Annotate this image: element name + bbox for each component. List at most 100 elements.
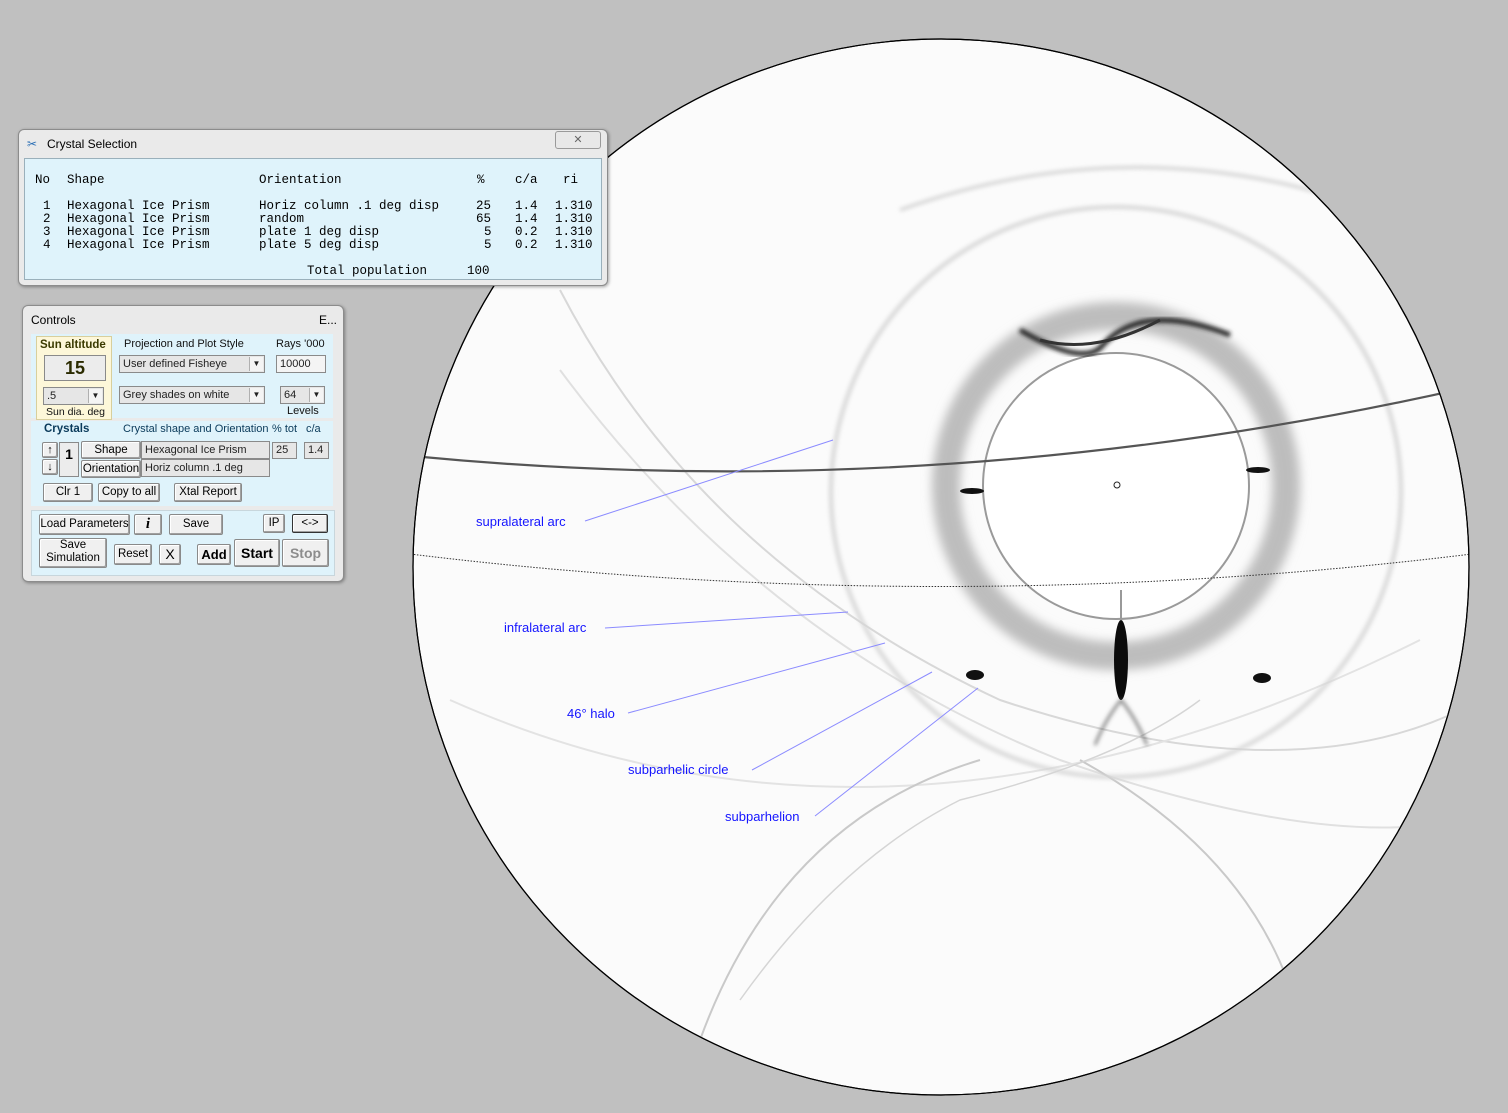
- plot-style-value: Grey shades on white: [123, 389, 230, 401]
- orientation-field: Horiz column .1 deg: [141, 459, 270, 477]
- controls-window: Controls E... Sun altitude 15 .5 ▼ Sun d…: [22, 305, 344, 582]
- sun-altitude-input[interactable]: 15: [44, 355, 106, 381]
- clear-1-button[interactable]: Clr 1: [43, 483, 93, 502]
- crystal-down-button[interactable]: ↓: [42, 459, 58, 475]
- rays-input[interactable]: 10000: [276, 355, 326, 373]
- crystal-index: 1: [59, 442, 79, 477]
- add-button[interactable]: Add: [197, 544, 231, 565]
- projection-select[interactable]: User defined Fisheye ▼: [119, 355, 265, 373]
- ca-label: c/a: [306, 423, 321, 435]
- row-shape: Hexagonal Ice Prism: [67, 225, 210, 239]
- sun-altitude-panel: Sun altitude 15 .5 ▼ Sun dia. deg: [36, 336, 112, 420]
- row-orientation: plate 1 deg disp: [259, 225, 380, 239]
- crystals-label: Crystals: [44, 423, 90, 435]
- label-subparhelion: subparhelion: [725, 809, 800, 824]
- app-icon: ✂: [27, 137, 38, 151]
- controls-title-right: E...: [318, 313, 337, 327]
- info-icon: i: [145, 516, 151, 532]
- row-no: 4: [43, 238, 51, 252]
- save-simulation-button[interactable]: Save Simulation: [39, 538, 107, 568]
- shape-field: Hexagonal Ice Prism: [141, 441, 270, 459]
- ca-field[interactable]: 1.4: [304, 442, 329, 459]
- row-ri: 1.310: [555, 212, 593, 226]
- right-parhelion: [1246, 467, 1270, 473]
- subsun: [1114, 620, 1128, 700]
- x-button[interactable]: X: [159, 544, 181, 565]
- row-orientation: random: [259, 212, 305, 226]
- close-button[interactable]: ✕: [555, 131, 601, 149]
- row-no: 2: [43, 212, 51, 226]
- crystal-selection-window: ✂ Crystal Selection ✕ No Shape Orientati…: [18, 129, 608, 286]
- controls-titlebar[interactable]: Controls E...: [23, 306, 343, 332]
- row-ri: 1.310: [555, 225, 593, 239]
- ip-button[interactable]: IP: [263, 514, 285, 533]
- header-orientation: Orientation: [259, 173, 342, 187]
- label-subparhelic-circle: subparhelic circle: [628, 762, 729, 777]
- left-parhelion: [960, 488, 984, 494]
- row-pct: 5: [484, 238, 492, 252]
- shape-button[interactable]: Shape: [81, 441, 141, 459]
- projection-value: User defined Fisheye: [123, 358, 227, 370]
- row-no: 1: [43, 199, 51, 213]
- arrow-down-icon: ↓: [47, 461, 53, 473]
- levels-select[interactable]: 64 ▼: [280, 386, 325, 404]
- arrow-up-icon: ↑: [47, 444, 53, 456]
- row-shape: Hexagonal Ice Prism: [67, 238, 210, 252]
- row-ca: 0.2: [515, 225, 538, 239]
- pct-tot-label: % tot: [272, 423, 298, 435]
- reset-button[interactable]: Reset: [114, 544, 152, 565]
- right-subparhelion: [1253, 673, 1271, 683]
- sun-diameter-select[interactable]: .5 ▼: [43, 387, 104, 405]
- row-pct: 5: [484, 225, 492, 239]
- header-pct: %: [477, 173, 485, 187]
- row-no: 3: [43, 225, 51, 239]
- sun-diameter-label: Sun dia. deg: [46, 406, 105, 418]
- close-icon: ✕: [573, 134, 583, 146]
- xtal-report-button[interactable]: Xtal Report: [174, 483, 242, 502]
- row-shape: Hexagonal Ice Prism: [67, 212, 210, 226]
- header-shape: Shape: [67, 173, 105, 187]
- row-shape: Hexagonal Ice Prism: [67, 199, 210, 213]
- header-ri: ri: [563, 173, 579, 187]
- copy-to-all-button[interactable]: Copy to all: [98, 483, 160, 502]
- row-ca: 1.4: [515, 212, 538, 226]
- chevron-down-icon: ▼: [88, 389, 102, 403]
- projection-label: Projection and Plot Style: [124, 338, 244, 350]
- crystal-window-title: Crystal Selection: [47, 137, 138, 151]
- crystal-up-button[interactable]: ↑: [42, 442, 58, 458]
- row-pct: 65: [476, 212, 492, 226]
- info-button[interactable]: i: [134, 514, 162, 535]
- row-ri: 1.310: [555, 199, 593, 213]
- rays-label: Rays '000: [276, 338, 325, 350]
- sun-diameter-value: .5: [47, 390, 57, 402]
- crystal-window-titlebar[interactable]: ✂ Crystal Selection ✕: [19, 130, 607, 156]
- row-ca: 0.2: [515, 238, 538, 252]
- row-pct: 25: [476, 199, 492, 213]
- start-button[interactable]: Start: [234, 539, 280, 567]
- levels-label: Levels: [287, 405, 319, 417]
- header-no: No: [35, 173, 51, 187]
- levels-value: 64: [284, 389, 297, 401]
- plot-style-select[interactable]: Grey shades on white ▼: [119, 386, 265, 404]
- orientation-button[interactable]: Orientation: [81, 460, 141, 478]
- crystal-list-panel: No Shape Orientation % c/a ri 1 Hexagona…: [24, 158, 602, 280]
- label-46-halo: 46° halo: [567, 706, 615, 721]
- total-population-value: 100: [467, 264, 490, 278]
- chevron-down-icon: ▼: [249, 357, 263, 371]
- controls-title: Controls: [31, 313, 76, 327]
- swap-button[interactable]: <->: [292, 514, 328, 533]
- sun-altitude-label: Sun altitude: [40, 339, 106, 351]
- close-icon: X: [165, 546, 175, 562]
- pct-tot-field[interactable]: 25: [272, 442, 297, 459]
- label-infralateral-arc: infralateral arc: [504, 620, 587, 635]
- load-parameters-button[interactable]: Load Parameters: [39, 514, 130, 535]
- header-ca: c/a: [515, 173, 538, 187]
- label-supralateral-arc: supralateral arc: [476, 514, 566, 529]
- stop-button[interactable]: Stop: [282, 539, 329, 567]
- save-button[interactable]: Save: [169, 514, 223, 535]
- row-ca: 1.4: [515, 199, 538, 213]
- shape-orientation-label: Crystal shape and Orientation: [123, 423, 269, 435]
- left-subparhelion: [966, 670, 984, 680]
- chevron-down-icon: ▼: [309, 388, 323, 402]
- row-orientation: Horiz column .1 deg disp: [259, 199, 440, 213]
